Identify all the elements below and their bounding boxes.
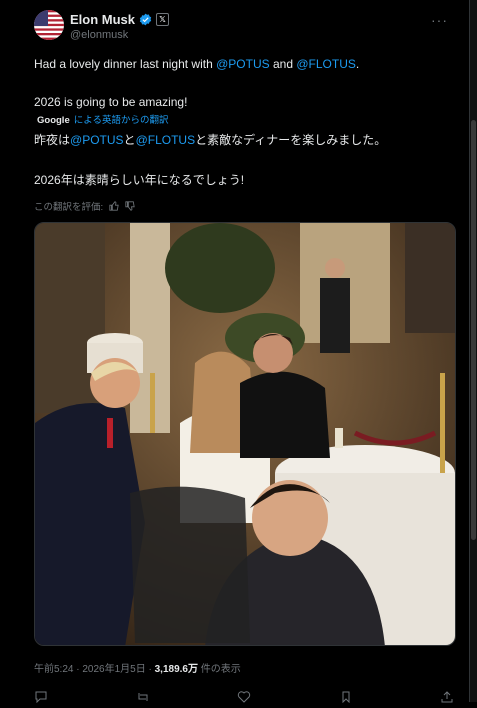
mention-potus[interactable]: @POTUS — [216, 57, 270, 71]
repost-icon[interactable] — [136, 690, 150, 702]
author-handle[interactable]: @elonmusk — [70, 29, 128, 41]
share-icon[interactable] — [440, 690, 454, 703]
like-icon[interactable] — [237, 690, 251, 703]
thumbs-down-icon[interactable] — [125, 201, 135, 211]
bookmark-icon[interactable] — [339, 690, 353, 704]
dinner-photo-image — [35, 223, 455, 645]
more-options-icon[interactable]: ··· — [431, 12, 448, 28]
mention-flotus[interactable]: @FLOTUS — [296, 57, 356, 71]
scrollbar[interactable] — [470, 0, 477, 702]
thumbs-up-icon[interactable] — [109, 201, 119, 211]
google-label: Google — [37, 115, 70, 126]
avatar[interactable] — [34, 10, 64, 40]
post-metadata: 午前5:24 · 2026年1月5日 · 3,189.6万 件の表示 — [34, 660, 241, 675]
post-container: Elon Musk 𝕏 @elonmusk ··· Had a lovely d… — [0, 0, 470, 704]
translated-mention-potus[interactable]: @POTUS — [70, 133, 124, 147]
post-line-2: 2026 is going to be amazing! — [34, 95, 188, 109]
verified-badge-icon — [139, 13, 152, 26]
reply-icon[interactable] — [34, 690, 48, 704]
us-flag-avatar-icon — [34, 10, 64, 40]
translation-attribution: Google による英語からの翻訳 — [37, 113, 168, 129]
post-line-1: Had a lovely dinner last night with @POT… — [34, 57, 360, 71]
translated-mention-flotus[interactable]: @FLOTUS — [136, 133, 196, 147]
translated-line-2: 2026年は素晴らしい年になるでしょう! — [34, 173, 245, 187]
action-bar — [34, 690, 454, 704]
rate-translation: この翻訳を評価: — [34, 199, 135, 213]
post-header: Elon Musk 𝕏 @elonmusk ··· — [34, 10, 454, 44]
author-name[interactable]: Elon Musk — [70, 12, 135, 27]
translated-line-1: 昨夜は@POTUSと@FLOTUSと素敵なディナーを楽しみました。 — [34, 133, 387, 147]
view-count-label: 件の表示 — [197, 664, 241, 675]
scrollbar-thumb[interactable] — [471, 120, 476, 540]
post-timestamp[interactable]: 午前5:24 · 2026年1月5日 · — [34, 664, 155, 675]
rate-translation-label: この翻訳を評価: — [34, 202, 104, 213]
post-photo[interactable] — [34, 222, 456, 646]
x-logo-badge-icon: 𝕏 — [156, 13, 170, 26]
view-count: 3,189.6万 — [154, 664, 198, 675]
translation-label[interactable]: による英語からの翻訳 — [74, 113, 169, 129]
